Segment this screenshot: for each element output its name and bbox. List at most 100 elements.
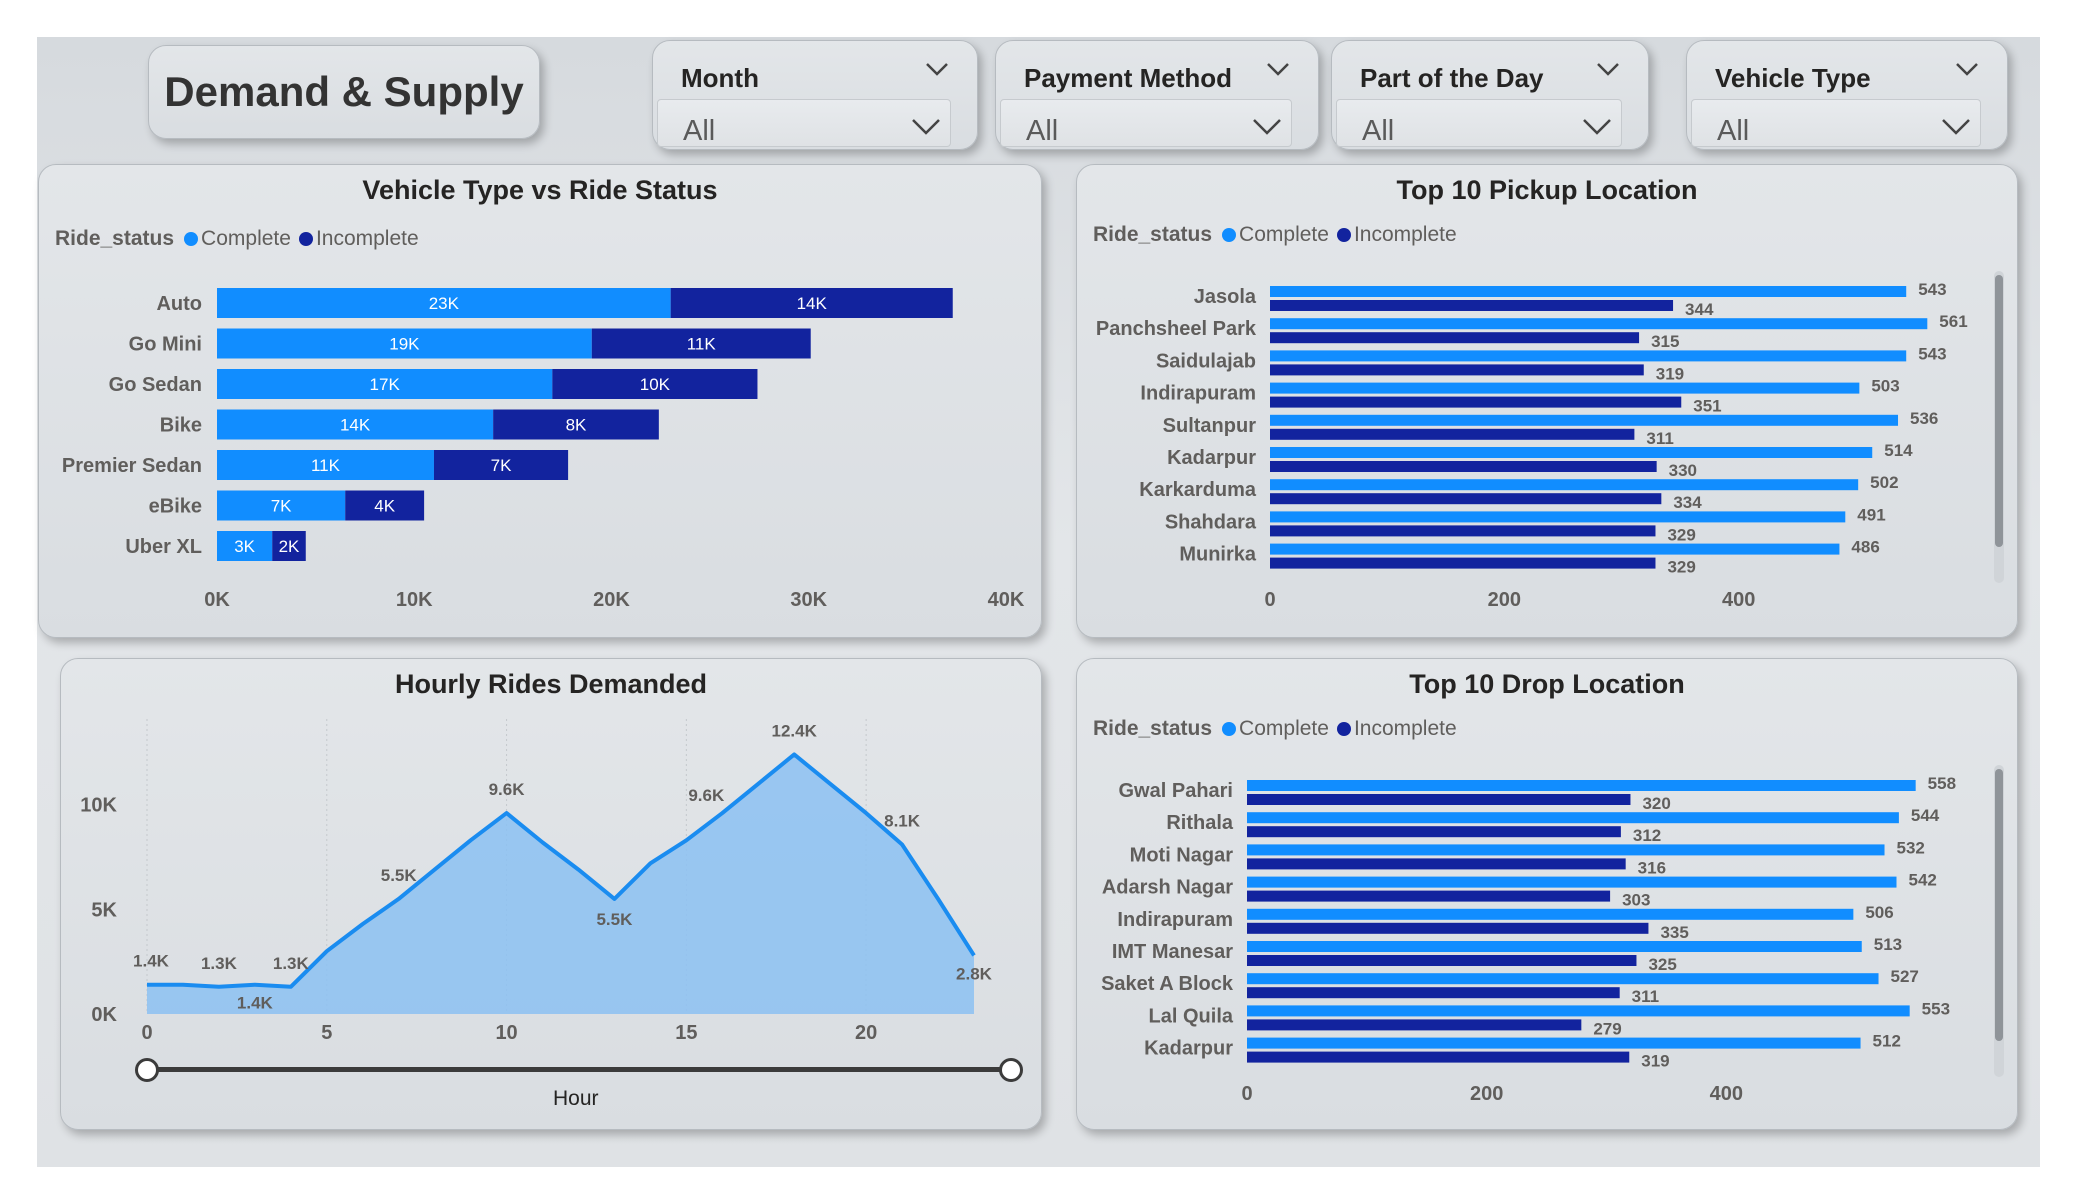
data-label: 319: [1656, 364, 1684, 383]
incomplete-bar: [1270, 300, 1674, 311]
data-label: 558: [1928, 774, 1956, 793]
chevron-down-icon[interactable]: [1582, 117, 1612, 137]
scrollbar-thumb[interactable]: [1995, 275, 2003, 547]
data-label: 303: [1622, 891, 1650, 910]
chevron-down-icon[interactable]: [1941, 117, 1971, 137]
x-tick-label: 0: [1241, 1083, 1252, 1105]
data-label: 503: [1871, 377, 1899, 396]
hourly-rides-chart: 0 5 10 15 20 0K 5K 10K 1.4K 1.3K 1.4K 1.3K 5.5K 9.6K 5…: [80, 719, 993, 1044]
slider-start-handle[interactable]: [135, 1058, 159, 1082]
complete-bar: [1247, 1037, 1861, 1049]
category-label: Adarsh Nagar: [1102, 877, 1233, 899]
incomplete-bar: [1270, 493, 1662, 505]
data-label: 502: [1870, 473, 1898, 492]
month-slicer[interactable]: Month All: [652, 40, 978, 150]
category-label: Rithala: [1166, 812, 1234, 834]
data-label: 532: [1897, 838, 1925, 857]
data-label: 23K: [429, 294, 460, 313]
chevron-down-icon[interactable]: [1266, 61, 1290, 77]
incomplete-bar: [1247, 794, 1631, 805]
chevron-down-icon[interactable]: [925, 61, 949, 77]
part-of-day-slicer[interactable]: Part of the Day All: [1331, 40, 1649, 150]
data-label: 7K: [271, 497, 292, 516]
payment-method-slicer[interactable]: Payment Method All: [995, 40, 1319, 150]
category-label: Jasola: [1194, 286, 1257, 308]
data-label: 14K: [797, 294, 828, 313]
slider-end-handle[interactable]: [999, 1058, 1023, 1082]
category-label: Sultanpur: [1163, 415, 1257, 437]
data-label: 514: [1884, 441, 1913, 460]
data-label: 486: [1851, 538, 1879, 557]
scrollbar[interactable]: [1994, 765, 2004, 1077]
category-label: Moti Nagar: [1130, 844, 1234, 866]
complete-bar: [1270, 350, 1907, 362]
data-label: 315: [1651, 332, 1679, 351]
category-label: Gwal Pahari: [1119, 780, 1234, 802]
data-label: 1.4K: [237, 994, 274, 1013]
data-label: 527: [1891, 967, 1919, 986]
chevron-down-icon[interactable]: [1955, 61, 1979, 77]
x-tick-label: 200: [1488, 589, 1521, 611]
category-label: Saket A Block: [1101, 973, 1234, 995]
category-label: Munirka: [1179, 544, 1257, 566]
data-label: 11K: [311, 456, 341, 475]
chevron-down-icon[interactable]: [1596, 61, 1620, 77]
complete-bar: [1270, 318, 1928, 330]
payment-method-selected-value: All: [1026, 115, 1059, 147]
category-label: Saidulajab: [1156, 350, 1256, 372]
incomplete-bar: [1270, 332, 1640, 344]
category-label: Kadarpur: [1167, 447, 1256, 469]
data-label: 553: [1922, 999, 1950, 1018]
data-label: 512: [1873, 1032, 1901, 1051]
vehicle-type-slicer-label: Vehicle Type: [1715, 63, 1871, 93]
complete-bar: [1247, 941, 1862, 952]
incomplete-bar: [1247, 890, 1611, 902]
complete-bar: [1247, 844, 1885, 856]
incomplete-bar: [1247, 858, 1626, 870]
category-label: Indirapuram: [1140, 383, 1256, 405]
data-label: 10K: [640, 375, 671, 394]
incomplete-bar: [1270, 525, 1656, 537]
y-tick-label: 5K: [91, 899, 117, 921]
complete-bar: [1247, 973, 1879, 985]
x-axis-title: Hour: [553, 1087, 599, 1110]
complete-bar: [1270, 382, 1860, 394]
incomplete-bar: [1270, 428, 1635, 440]
data-label: 335: [1660, 923, 1688, 942]
category-label: eBike: [149, 496, 202, 518]
data-label: 351: [1693, 397, 1721, 416]
x-tick-label: 10K: [396, 589, 433, 611]
vehicle-type-slicer[interactable]: Vehicle Type All: [1686, 40, 2008, 150]
payment-method-slicer-label: Payment Method: [1024, 63, 1233, 93]
scrollbar-thumb[interactable]: [1995, 769, 2003, 1041]
x-tick-label: 20K: [593, 589, 630, 611]
complete-bar: [1247, 1005, 1910, 1017]
category-label: Uber XL: [125, 536, 202, 558]
data-label: 279: [1593, 1019, 1621, 1038]
incomplete-bar: [1247, 826, 1621, 838]
data-label: 319: [1641, 1052, 1669, 1071]
data-label: 325: [1648, 955, 1676, 974]
scrollbar[interactable]: [1994, 271, 2004, 583]
vehicle-type-chart: 0K 10K 20K 30K 40K Auto 23K 14K Go Mini 19K 11K Go …: [62, 288, 1025, 611]
incomplete-bar: [1247, 922, 1649, 934]
data-label: 9.6K: [489, 780, 526, 799]
data-label: 491: [1857, 505, 1885, 524]
drop-location-panel: Top 10 Drop Location Ride_status Complete…: [1076, 658, 2018, 1130]
data-label: 316: [1638, 858, 1666, 877]
vehicle-type-panel: Vehicle Type vs Ride Status Ride_status C…: [38, 164, 1042, 638]
data-label: 561: [1939, 312, 1967, 331]
pickup-location-chart: 0 200 400 Jasola 543 344 Panchsheel Park 561 315…: [1096, 280, 1968, 611]
chevron-down-icon[interactable]: [911, 117, 941, 137]
x-tick-label: 0: [1264, 589, 1275, 611]
complete-bar: [1247, 812, 1899, 824]
data-label: 1.3K: [201, 954, 238, 973]
hour-range-slider[interactable]: [146, 1067, 1010, 1072]
x-tick-label: 30K: [790, 589, 827, 611]
incomplete-bar: [1247, 1051, 1630, 1063]
complete-bar: [1270, 286, 1907, 297]
chevron-down-icon[interactable]: [1252, 117, 1282, 137]
data-label: 329: [1667, 558, 1695, 577]
vehicle-type-selected-value: All: [1717, 115, 1750, 147]
data-label: 320: [1642, 794, 1670, 813]
